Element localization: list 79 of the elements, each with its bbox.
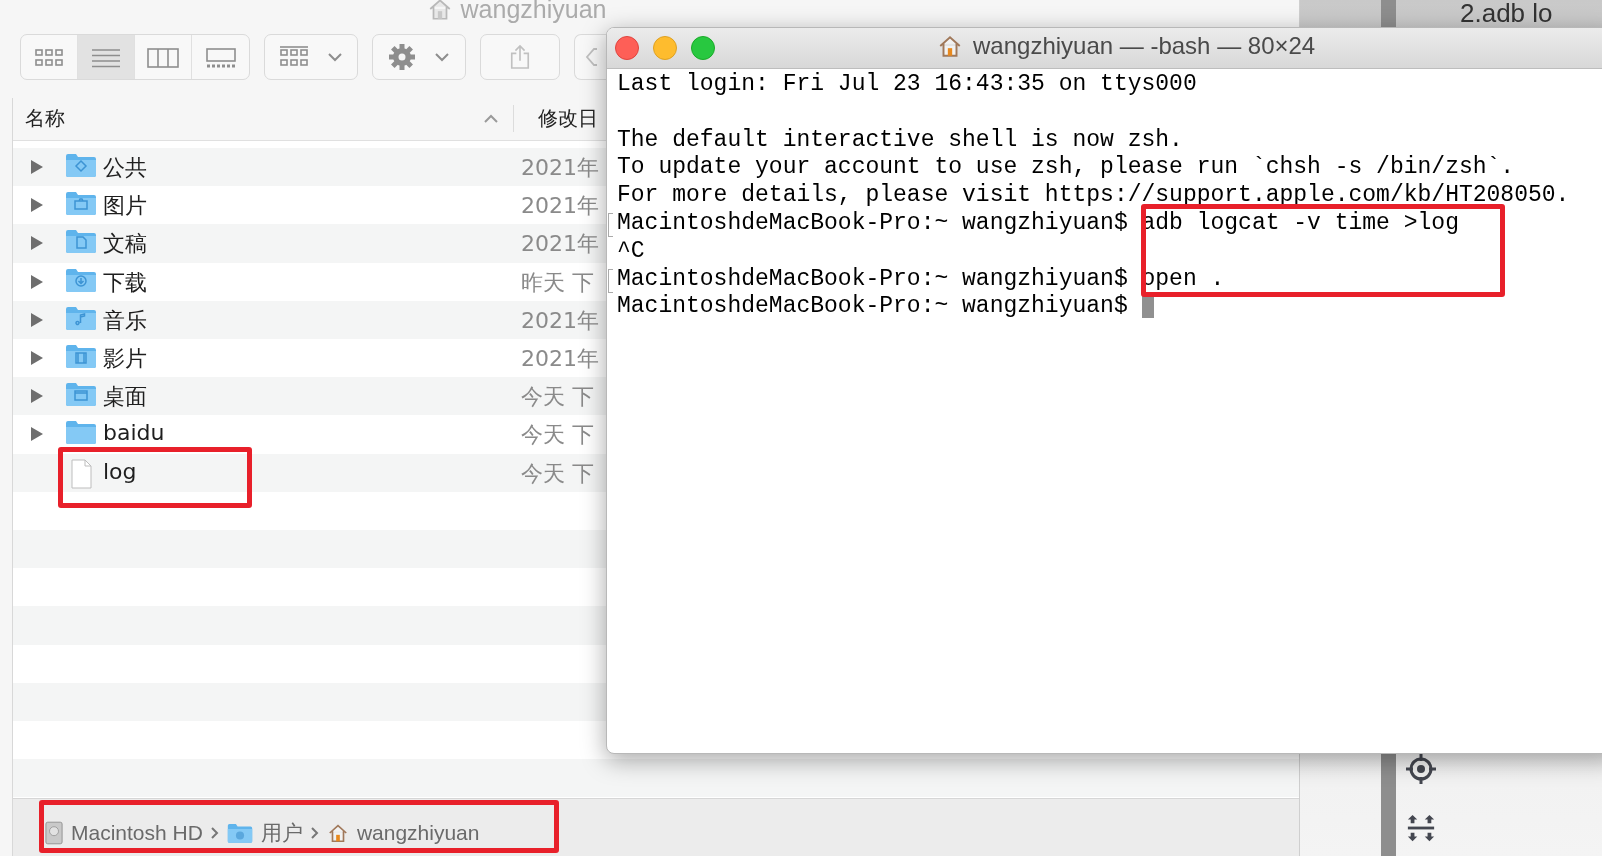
disclosure-triangle-icon[interactable] [30, 159, 44, 175]
date-cell-text: 昨天 下 [521, 268, 594, 297]
path-item[interactable]: wangzhiyuan [326, 820, 480, 845]
disclosure-triangle-icon[interactable] [30, 350, 44, 366]
zoom-button[interactable] [691, 36, 715, 60]
folder-icon [65, 190, 97, 217]
chevron-down-icon [327, 52, 343, 62]
file-row[interactable]: log 今天 下 [13, 453, 607, 492]
output-line: The default interactive shell is now zsh. [616, 126, 1183, 155]
folder-icon [65, 228, 97, 255]
chevron-down-icon [434, 52, 450, 62]
sort-caret-icon[interactable] [483, 114, 499, 124]
window-title: wangzhiyuan — -bash — 80×24 [973, 32, 1316, 60]
path-item[interactable]: 用户 [226, 818, 303, 847]
expand-icon[interactable] [1406, 812, 1436, 844]
disclosure-triangle-icon[interactable] [30, 197, 44, 214]
folder-icon [65, 152, 97, 178]
tag-button[interactable] [574, 34, 608, 80]
gallery-icon [205, 48, 236, 68]
folder-icon [65, 381, 97, 408]
tag-icon [585, 47, 597, 67]
date-cell-text: 今天 下 [521, 383, 594, 412]
file-name[interactable]: 图片 [103, 191, 147, 222]
command-line: MacintoshdeMacBook-Pro:~ wangzhiyuan$ [607, 293, 1154, 322]
file-name[interactable]: 音乐 [103, 305, 147, 336]
date-cell-text: 2021年 [521, 192, 599, 221]
output-line: To update your account to use zsh, please run `chsh -s /bin/zsh`. [616, 154, 1515, 183]
disclosure-triangle-icon[interactable] [30, 235, 44, 252]
hard-drive-icon [45, 820, 63, 845]
path-item[interactable]: Macintosh HD [45, 820, 203, 845]
splitter-bar[interactable] [1381, 752, 1396, 856]
folder-icon [65, 266, 97, 293]
disclosure-triangle-icon[interactable] [30, 273, 44, 290]
date-cell-text: 2021年 [521, 345, 599, 373]
folder-icon [65, 343, 97, 369]
date-cell-text: 今天 下 [521, 421, 594, 450]
file-row[interactable]: 桌面 今天 下 [13, 377, 607, 416]
columns-icon [147, 48, 179, 68]
list-icon [91, 48, 121, 68]
minimize-button[interactable] [653, 36, 677, 60]
date-cell-text: 2021年 [521, 154, 599, 182]
group-icon [279, 46, 309, 68]
action-button[interactable] [372, 34, 466, 80]
chevron-right-icon [310, 826, 319, 839]
window-title: 2.adb lo [1460, 0, 1553, 29]
file-row[interactable]: 公共 2021年 [13, 148, 607, 187]
view-button[interactable] [78, 35, 135, 79]
output-line: ^C [616, 237, 645, 266]
file-name[interactable]: 下载 [103, 267, 147, 298]
file-row[interactable]: 文稿 2021年 [13, 224, 607, 263]
folder-icon [65, 304, 97, 331]
output-line: Last login: Fri Jul 23 16:43:35 on ttys000 [616, 71, 1197, 99]
disclosure-triangle-icon[interactable] [30, 426, 44, 443]
date-cell-text: 今天 下 [521, 459, 594, 488]
date-cell-text: 2021年 [521, 230, 599, 259]
file-name[interactable]: baidu [103, 420, 165, 446]
file-name[interactable]: 文稿 [103, 229, 147, 260]
file-name[interactable]: 影片 [103, 344, 147, 374]
gear-icon [388, 43, 416, 71]
icon-grid-icon [34, 48, 64, 68]
file-name[interactable]: 桌面 [103, 382, 147, 413]
crosshair-icon[interactable] [1405, 753, 1437, 785]
close-button[interactable] [615, 36, 639, 60]
folder-icon [226, 821, 253, 844]
file-row[interactable]: 音乐 2021年 [13, 300, 607, 339]
file-name[interactable]: 公共 [103, 153, 147, 183]
share-icon [509, 43, 531, 71]
home-icon [937, 33, 963, 59]
window-title: wangzhiyuan [460, 0, 607, 24]
column-header[interactable]: 修改日 [513, 105, 598, 132]
column-header[interactable]: 名称 [25, 105, 65, 132]
disclosure-triangle-icon[interactable] [30, 311, 44, 328]
disclosure-triangle-icon[interactable] [30, 388, 44, 405]
group-button[interactable] [264, 34, 358, 80]
output-line: For more details, please visit https://support.apple.com/kb/HT208050. [616, 182, 1570, 210]
chevron-right-icon [210, 826, 219, 839]
folder-icon [65, 419, 97, 446]
file-name[interactable]: log [103, 458, 137, 484]
date-cell-text: 2021年 [521, 306, 599, 335]
